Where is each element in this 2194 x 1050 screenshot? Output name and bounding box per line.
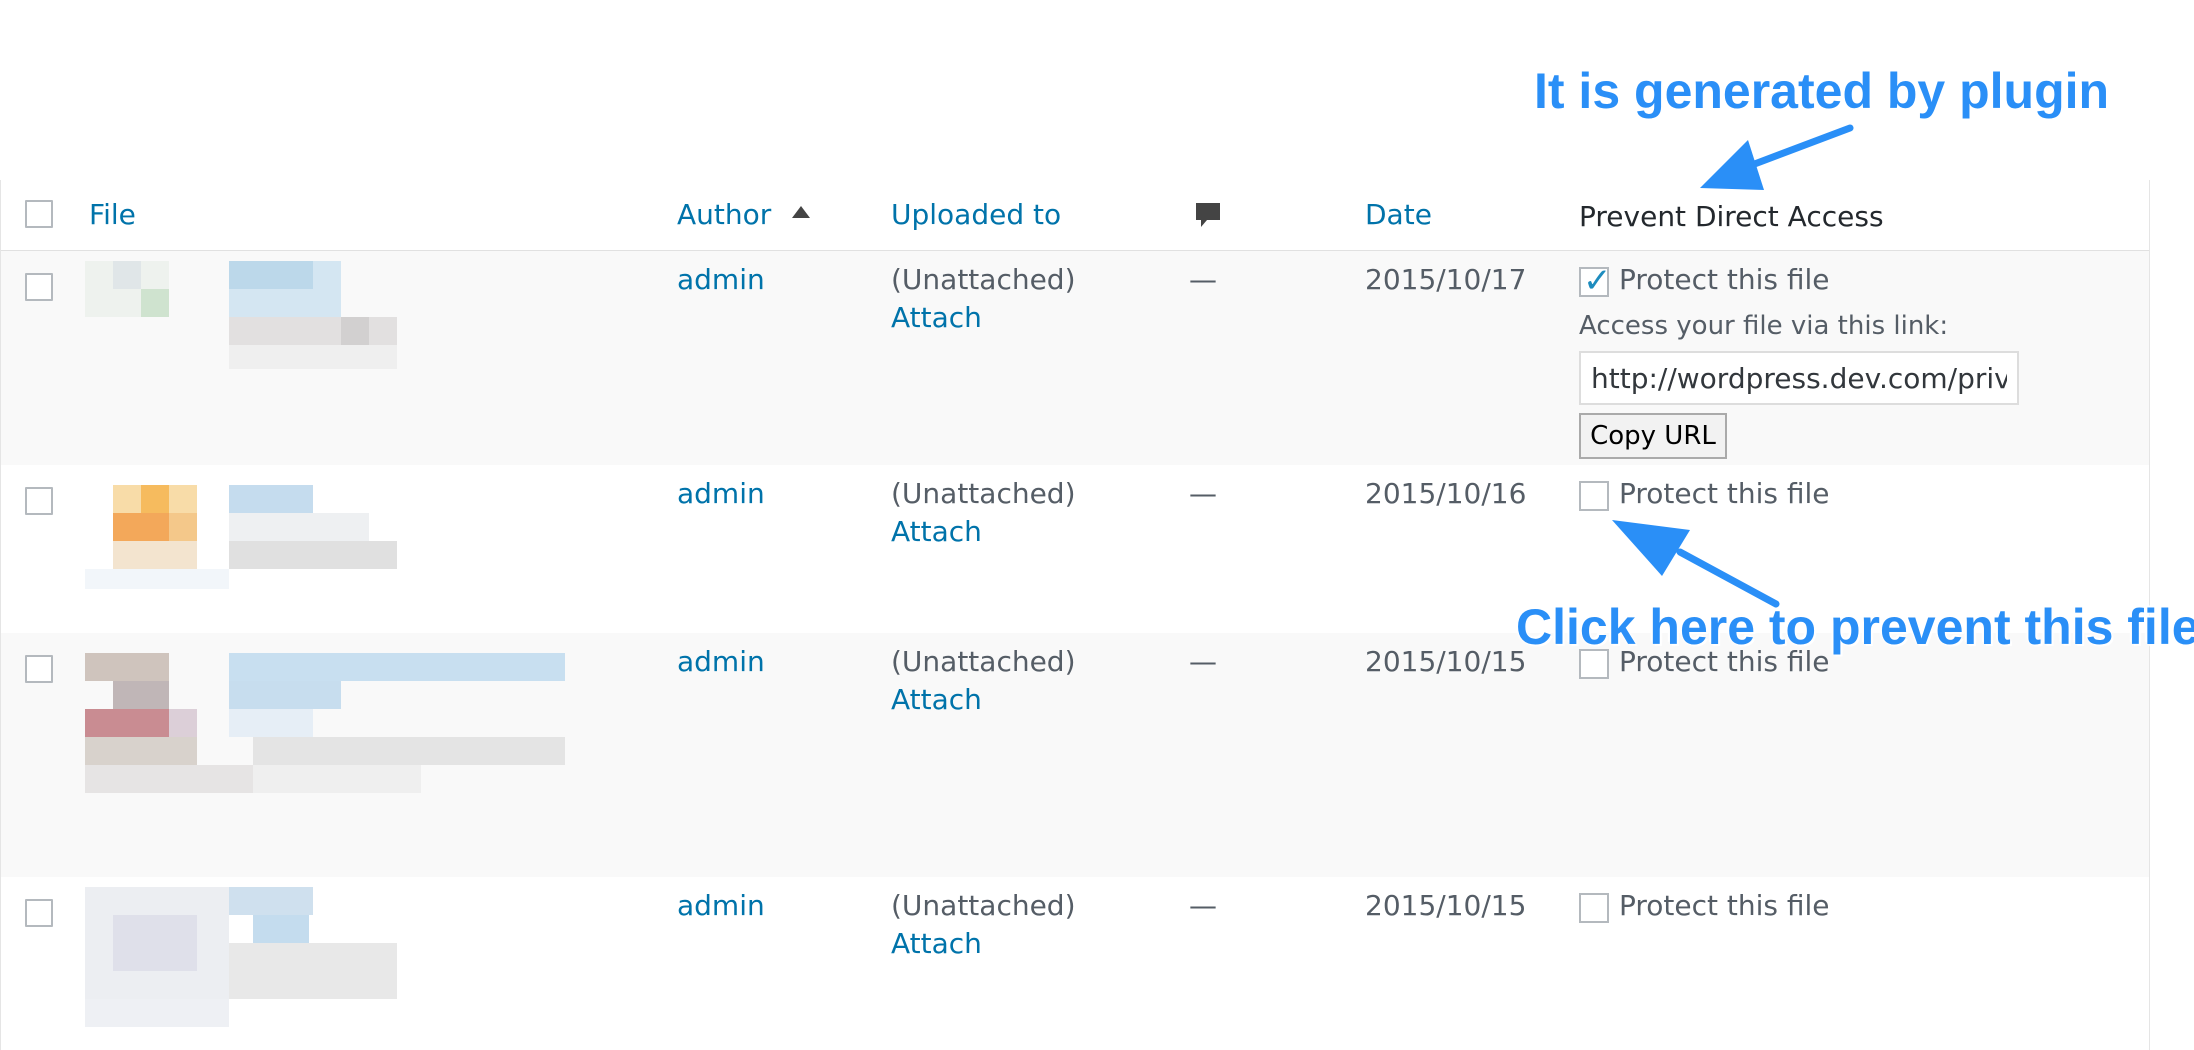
annotation-arrows xyxy=(1612,124,1854,608)
arrow-to-checkbox-icon xyxy=(1612,520,1780,608)
arrow-to-column-header-icon xyxy=(1700,124,1854,190)
